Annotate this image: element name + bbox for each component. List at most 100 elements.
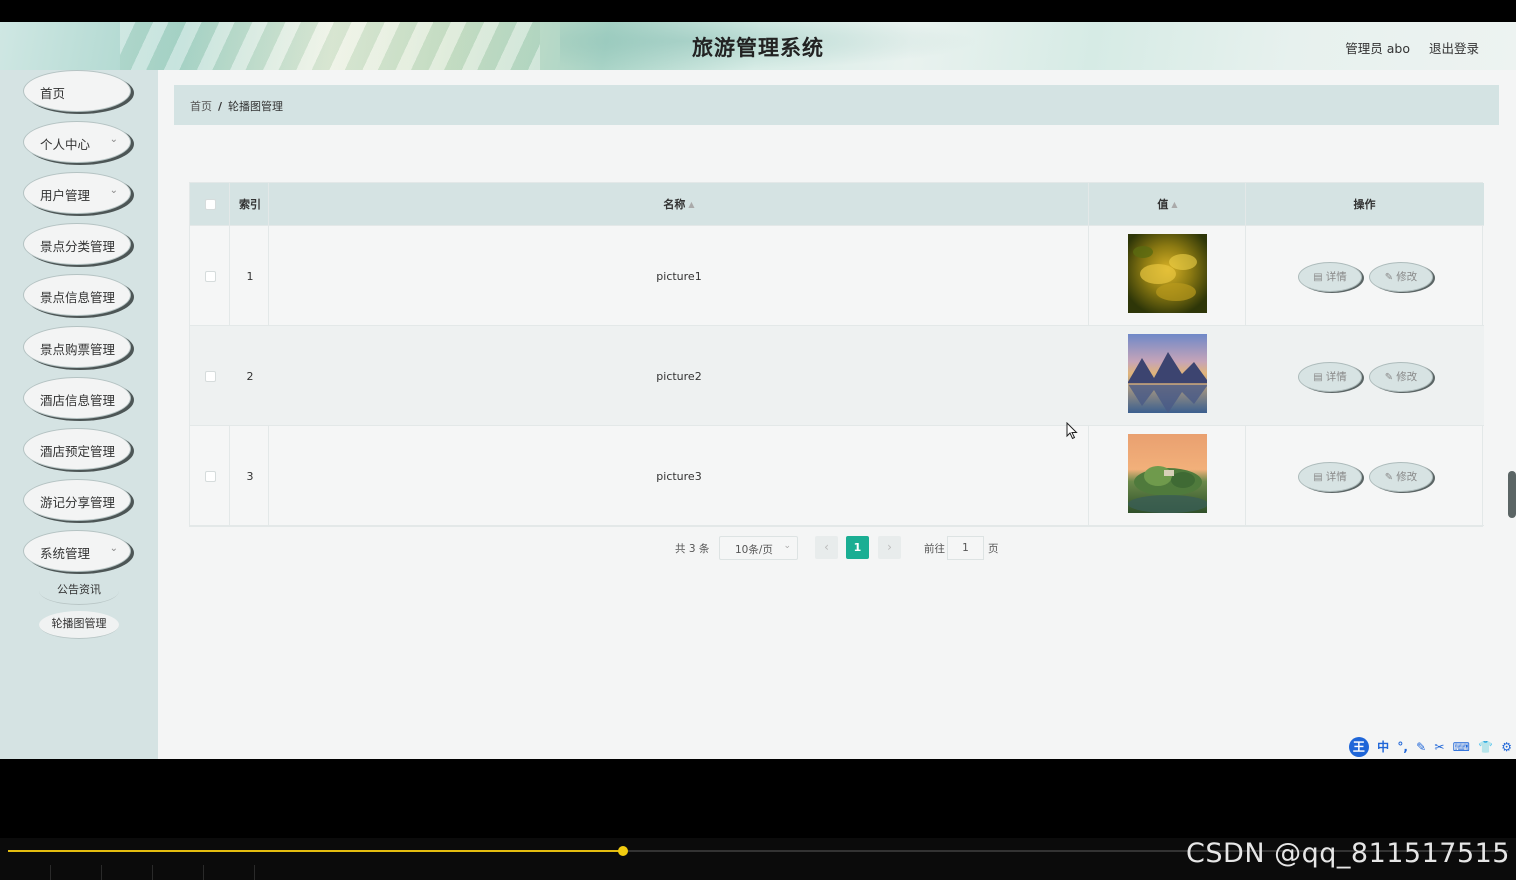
ime-punctuation[interactable]: °, — [1397, 740, 1408, 754]
video-player-bar: CSDN @qq_811517515 — [0, 838, 1516, 880]
row-index: 2 — [246, 370, 254, 383]
breadcrumb-home[interactable]: 首页 — [190, 100, 212, 113]
sort-icon[interactable]: ▲︎ — [688, 200, 694, 209]
row-checkbox[interactable] — [205, 271, 216, 282]
detail-button[interactable]: ▤ 详情 — [1298, 362, 1362, 392]
watermark: CSDN @qq_811517515 — [1186, 838, 1510, 869]
control-slot[interactable] — [203, 865, 253, 880]
next-page-button[interactable]: › — [878, 536, 901, 559]
sidebar-item-spot-ticket[interactable]: 景点购票管理 — [23, 326, 131, 368]
detail-button[interactable]: ▤ 详情 — [1298, 462, 1362, 492]
page-size-select[interactable]: 10条/页 ⌄ — [719, 536, 798, 560]
sidebar-item-label: 用户管理 — [40, 188, 91, 203]
top-black-bar — [0, 0, 1516, 22]
goto-label: 前往 — [924, 543, 945, 555]
row-checkbox[interactable] — [205, 471, 216, 482]
sidebar-item-label: 酒店预定管理 — [40, 444, 116, 459]
document-icon: ▤ — [1313, 272, 1323, 283]
sidebar-item-profile[interactable]: 个人中心 ⌄ — [23, 121, 131, 163]
control-slot[interactable] — [50, 865, 100, 880]
row-index: 3 — [246, 470, 254, 483]
progress-fill — [8, 850, 623, 852]
document-icon: ▤ — [1313, 372, 1323, 383]
row-name: picture1 — [656, 270, 702, 283]
document-icon: ▤ — [1313, 472, 1323, 483]
row-name: picture2 — [656, 370, 702, 383]
control-slot[interactable] — [254, 865, 304, 880]
chevron-down-icon: ⌄ — [783, 541, 791, 551]
sidebar-item-label: 酒店信息管理 — [40, 393, 116, 408]
logout-link[interactable]: 退出登录 — [1429, 38, 1479, 57]
sidebar-subitem-label: 轮播图管理 — [51, 617, 107, 630]
header: 旅游管理系统 管理员 abo 退出登录 — [0, 22, 1516, 70]
sidebar-item-hotel-booking[interactable]: 酒店预定管理 — [23, 428, 131, 470]
ime-toolbar: 王 中 °, ✎ ✂ ⌨ 👕 ⚙ — [1348, 737, 1512, 757]
sidebar-item-label: 个人中心 — [40, 137, 91, 152]
goto-page-input[interactable]: 1 — [947, 536, 984, 560]
chevron-down-icon: ⌄ — [109, 185, 118, 196]
thumbnail-image — [1128, 434, 1207, 513]
column-header-value[interactable]: 值 ▲︎ — [1089, 183, 1246, 226]
app-window: 旅游管理系统 管理员 abo 退出登录 首页 个人中心 ⌄ 用户管理 ⌄ 景点分… — [0, 22, 1516, 759]
detail-button[interactable]: ▤ 详情 — [1298, 262, 1362, 292]
sidebar: 首页 个人中心 ⌄ 用户管理 ⌄ 景点分类管理 景点信息管理 景点购票管理 酒店… — [0, 70, 158, 759]
ime-skin-icon[interactable]: 👕 — [1478, 740, 1493, 754]
page-number-button[interactable]: 1 — [846, 536, 869, 559]
thumbnail-image — [1128, 334, 1207, 413]
breadcrumb: 首页 / 轮播图管理 — [174, 85, 1499, 125]
sidebar-item-label: 首页 — [40, 86, 66, 101]
row-index: 1 — [246, 270, 254, 283]
control-slot[interactable] — [101, 865, 151, 880]
data-table: 索引 名称 ▲︎ 值 ▲︎ 操作 1 picture1 ▤ 详情 ✎ 修改 2 … — [189, 182, 1484, 527]
sidebar-subitem-carousel[interactable]: 轮播图管理 — [39, 611, 119, 639]
sidebar-item-spot-category[interactable]: 景点分类管理 — [23, 223, 131, 265]
sidebar-item-users[interactable]: 用户管理 ⌄ — [23, 172, 131, 214]
edit-icon: ✎ — [1384, 272, 1394, 283]
sidebar-item-label: 景点信息管理 — [40, 290, 116, 305]
sort-icon[interactable]: ▲︎ — [1171, 200, 1177, 209]
sidebar-item-home[interactable]: 首页 — [23, 70, 131, 112]
column-header-name[interactable]: 名称 ▲︎ — [269, 183, 1089, 226]
edit-icon: ✎ — [1384, 372, 1394, 383]
sidebar-subitem-label: 公告资讯 — [57, 583, 101, 596]
ime-settings-icon[interactable]: ⚙ — [1501, 740, 1512, 754]
mouse-cursor-icon — [1066, 422, 1078, 440]
prev-page-button[interactable]: ‹ — [815, 536, 838, 559]
row-name: picture3 — [656, 470, 702, 483]
edit-button[interactable]: ✎ 修改 — [1369, 462, 1433, 492]
sidebar-item-spot-info[interactable]: 景点信息管理 — [23, 274, 131, 316]
row-checkbox[interactable] — [205, 371, 216, 382]
side-scroll-handle[interactable] — [1508, 471, 1516, 518]
progress-knob[interactable] — [618, 846, 628, 856]
sidebar-subitem-announcements[interactable]: 公告资讯 — [39, 577, 119, 605]
ime-logo[interactable]: 王 — [1348, 737, 1369, 757]
sidebar-item-hotel-info[interactable]: 酒店信息管理 — [23, 377, 131, 419]
goto-unit-label: 页 — [988, 543, 999, 555]
pagination: 共 3 条 10条/页 ⌄ ‹ 1 › 前往 1 页 — [0, 536, 1516, 560]
sidebar-item-label: 景点购票管理 — [40, 342, 116, 357]
chevron-right-icon: › — [887, 540, 892, 554]
app-title: 旅游管理系统 — [692, 36, 824, 60]
select-all-checkbox[interactable] — [205, 199, 216, 210]
sidebar-item-label: 景点分类管理 — [40, 239, 116, 254]
table-header: 索引 名称 ▲︎ 值 ▲︎ 操作 — [190, 183, 1484, 226]
thumbnail-image — [1128, 234, 1207, 313]
current-user: 管理员 abo — [1345, 41, 1410, 56]
ime-handwrite-icon[interactable]: ✎ — [1416, 740, 1426, 754]
breadcrumb-separator: / — [218, 100, 223, 113]
table-row: 3 picture3 ▤ 详情 ✎ 修改 — [190, 426, 1484, 526]
table-row: 2 picture2 ▤ 详情 ✎ 修改 — [190, 326, 1484, 426]
ime-chinese-mode[interactable]: 中 — [1377, 740, 1389, 754]
ime-scissors-icon[interactable]: ✂ — [1434, 740, 1444, 754]
column-header-actions: 操作 — [1353, 198, 1376, 211]
edit-button[interactable]: ✎ 修改 — [1369, 362, 1433, 392]
sidebar-item-label: 游记分享管理 — [40, 495, 116, 510]
control-slot[interactable] — [152, 865, 202, 880]
total-count: 共 3 条 — [675, 543, 710, 555]
chevron-left-icon: ‹ — [824, 540, 829, 554]
ime-keyboard-icon[interactable]: ⌨ — [1453, 740, 1470, 754]
edit-button[interactable]: ✎ 修改 — [1369, 262, 1433, 292]
column-header-index: 索引 — [239, 198, 261, 211]
chevron-down-icon: ⌄ — [109, 134, 118, 145]
sidebar-item-travel-notes[interactable]: 游记分享管理 — [23, 479, 131, 521]
